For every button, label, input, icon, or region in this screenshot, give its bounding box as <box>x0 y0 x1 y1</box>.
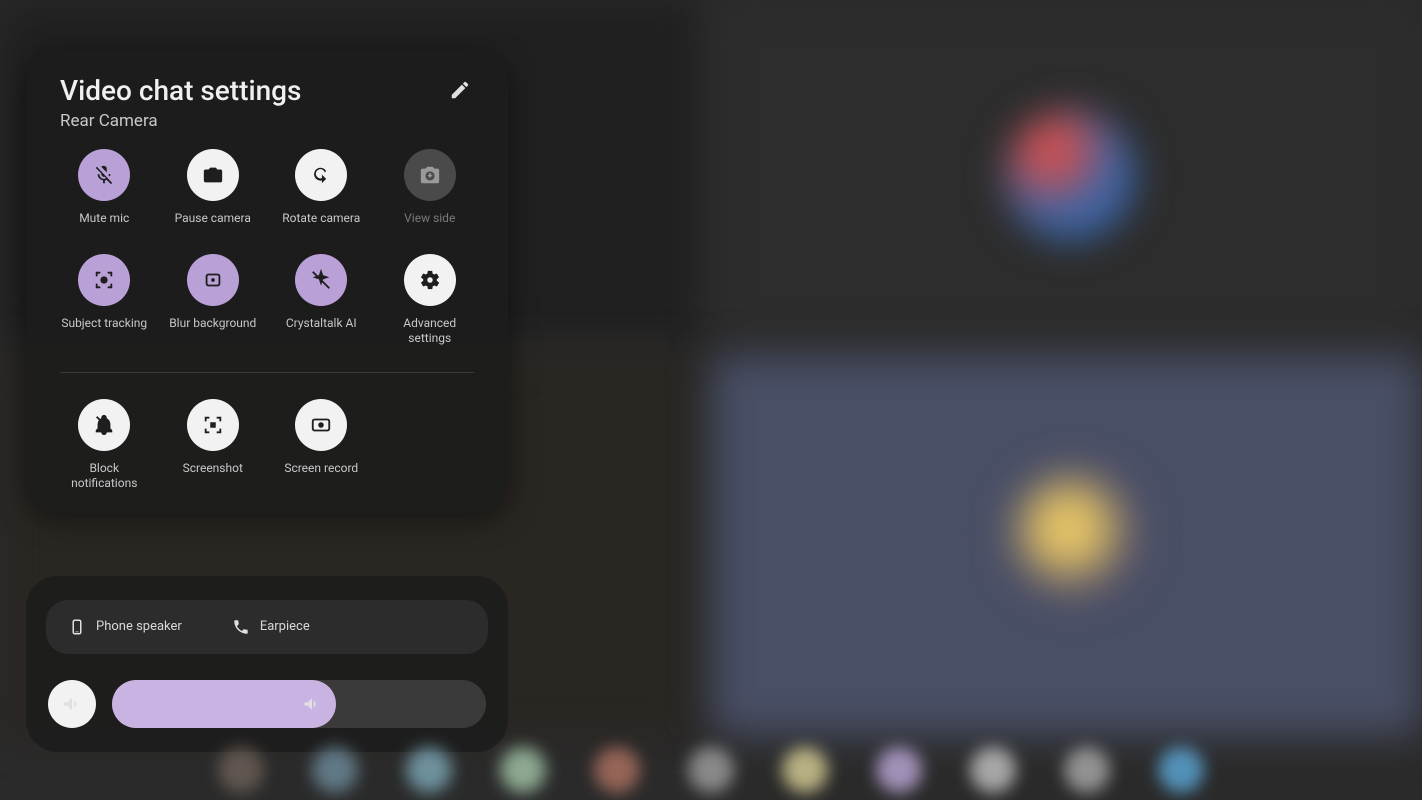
screenshot-label: Screenshot <box>183 461 243 476</box>
sparkle-off-icon <box>310 269 332 291</box>
blur-background-label: Blur background <box>169 316 256 331</box>
audio-output-panel: Phone speaker Earpiece <box>26 576 508 752</box>
mute-mic-label: Mute mic <box>79 211 129 226</box>
gear-icon <box>419 269 441 291</box>
panel-title: Video chat settings <box>60 74 301 107</box>
rotate-icon <box>310 164 332 186</box>
panel-subtitle: Rear Camera <box>60 111 301 131</box>
pause-camera-button[interactable] <box>187 149 239 201</box>
crystaltalk-ai-control: Crystaltalk AI <box>267 254 376 346</box>
pause-camera-label: Pause camera <box>175 211 251 226</box>
audio-output-selector: Phone speaker Earpiece <box>46 600 488 654</box>
subject-tracking-control: Subject tracking <box>50 254 159 346</box>
rotate-camera-button[interactable] <box>295 149 347 201</box>
audio-option-earpiece[interactable]: Earpiece <box>232 618 310 636</box>
rotate-camera-label: Rotate camera <box>282 211 360 226</box>
subject-icon <box>93 269 115 291</box>
taskbar-app-icon[interactable] <box>688 747 734 793</box>
taskbar-app-icon[interactable] <box>312 747 358 793</box>
edit-button[interactable] <box>444 74 476 106</box>
pencil-icon <box>449 79 471 101</box>
volume-icon <box>61 693 83 715</box>
divider <box>60 372 474 373</box>
participant-avatar <box>1005 110 1135 240</box>
volume-button[interactable] <box>48 680 96 728</box>
taskbar-app-icon[interactable] <box>500 747 546 793</box>
taskbar <box>0 740 1422 800</box>
taskbar-app-icon[interactable] <box>782 747 828 793</box>
taskbar-app-icon[interactable] <box>970 747 1016 793</box>
blur-background-control: Blur background <box>159 254 268 346</box>
taskbar-app-icon[interactable] <box>218 747 264 793</box>
advanced-button[interactable] <box>404 254 456 306</box>
mic-off-icon <box>93 164 115 186</box>
mute-mic-button[interactable] <box>78 149 130 201</box>
screen-record-button[interactable] <box>295 399 347 451</box>
audio-option-label: Phone speaker <box>96 620 182 635</box>
blur-icon <box>202 269 224 291</box>
screen-record-label: Screen record <box>284 461 358 476</box>
rotate-camera-control: Rotate camera <box>267 149 376 226</box>
volume-icon <box>302 694 322 714</box>
phone-icon <box>232 618 250 636</box>
taskbar-app-icon[interactable] <box>1158 747 1204 793</box>
advanced-control: Advanced settings <box>376 254 485 346</box>
participant-avatar <box>1010 470 1140 600</box>
screenshot-icon <box>202 414 224 436</box>
mute-mic-control: Mute mic <box>50 149 159 226</box>
blur-background-button[interactable] <box>187 254 239 306</box>
view-side-button <box>404 149 456 201</box>
bell-off-icon <box>93 414 115 436</box>
screenshot-button[interactable] <box>187 399 239 451</box>
audio-option-phone-speaker[interactable]: Phone speaker <box>68 618 182 636</box>
screenshot-control: Screenshot <box>159 399 268 491</box>
camera-icon <box>202 164 224 186</box>
advanced-label: Advanced settings <box>385 316 475 346</box>
crystaltalk-ai-label: Crystaltalk AI <box>286 316 357 331</box>
taskbar-app-icon[interactable] <box>594 747 640 793</box>
taskbar-app-icon[interactable] <box>876 747 922 793</box>
record-icon <box>310 414 332 436</box>
block-notifs-label: Block notifications <box>59 461 149 491</box>
block-notifs-control: Block notifications <box>50 399 159 491</box>
view-side-control: View side <box>376 149 485 226</box>
volume-slider[interactable] <box>112 680 486 728</box>
subject-tracking-label: Subject tracking <box>61 316 147 331</box>
video-chat-settings-panel: Video chat settings Rear Camera Mute mic… <box>26 50 508 513</box>
pause-camera-control: Pause camera <box>159 149 268 226</box>
phone-speaker-icon <box>68 618 86 636</box>
audio-option-label: Earpiece <box>260 620 310 635</box>
crystaltalk-ai-button[interactable] <box>295 254 347 306</box>
camera-swap-icon <box>419 164 441 186</box>
view-side-label: View side <box>404 211 455 226</box>
subject-tracking-button[interactable] <box>78 254 130 306</box>
taskbar-app-icon[interactable] <box>406 747 452 793</box>
screen-record-control: Screen record <box>267 399 376 491</box>
block-notifs-button[interactable] <box>78 399 130 451</box>
taskbar-app-icon[interactable] <box>1064 747 1110 793</box>
